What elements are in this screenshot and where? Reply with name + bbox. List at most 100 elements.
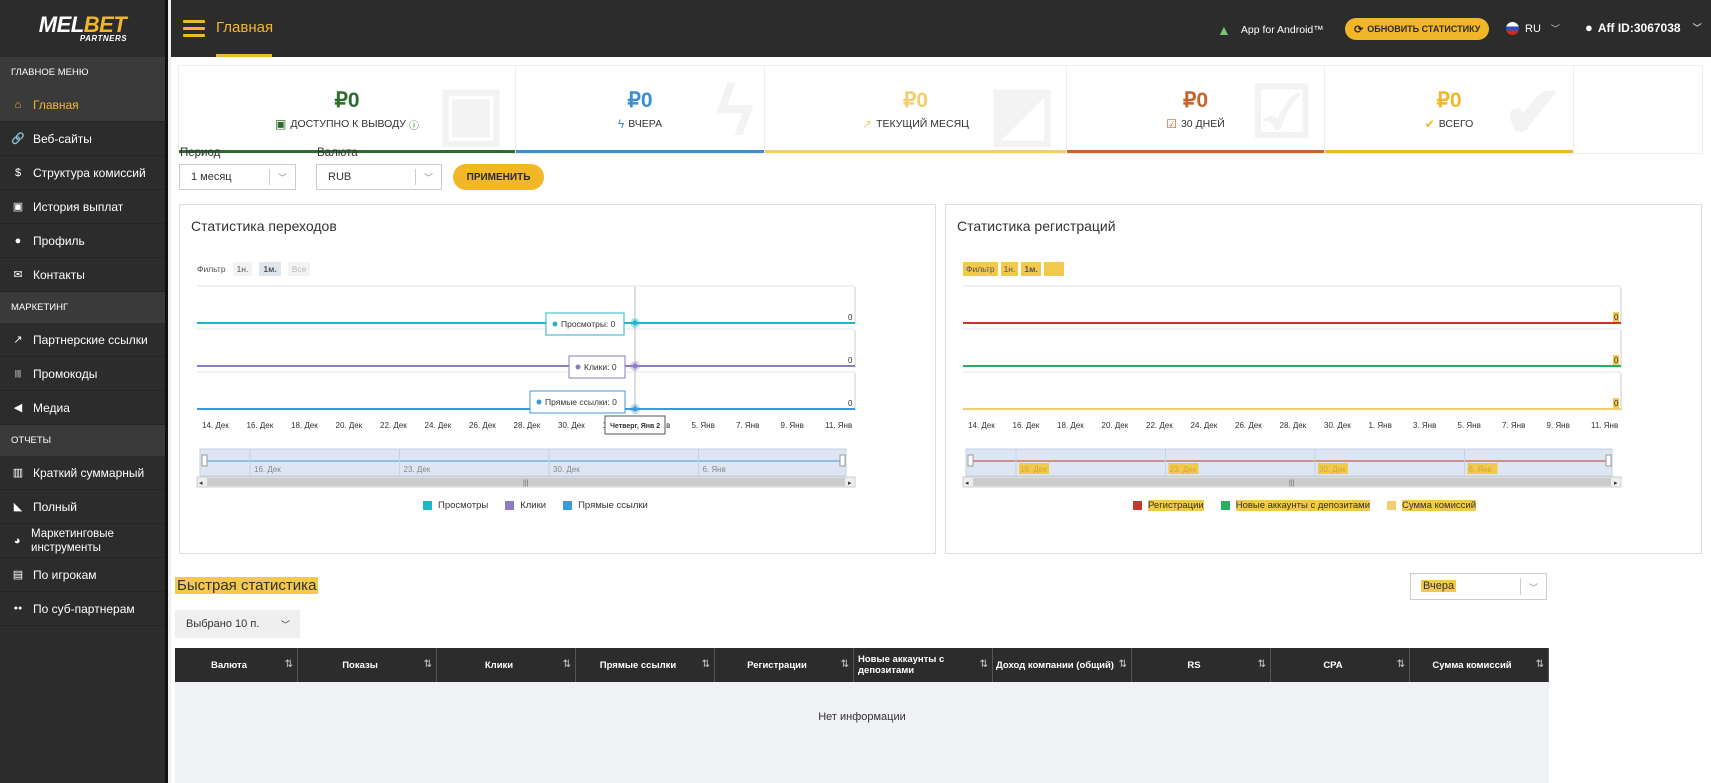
navigator-handle-right[interactable] xyxy=(839,454,846,467)
melbet-logo[interactable]: MELBET PARTNERS xyxy=(0,0,165,57)
sidebar-item-label: Промокоды xyxy=(33,366,98,381)
page-title: Главная xyxy=(216,19,274,36)
period-select[interactable]: 1 месяц ﹀ xyxy=(179,164,296,190)
scroll-left-arrow-icon[interactable]: ◂ xyxy=(965,480,969,487)
scrollbar-grip-icon: ||| xyxy=(1289,480,1295,487)
scroll-right-arrow-icon[interactable]: ▸ xyxy=(1614,480,1618,487)
table-column-header[interactable]: Сумма комиссий ⇅ xyxy=(1410,648,1549,682)
sidebar-item[interactable]: ◣ Полный xyxy=(0,490,165,524)
table-column-header[interactable]: Показы ⇅ xyxy=(298,648,437,682)
table-column-header[interactable]: CPA ⇅ xyxy=(1271,648,1410,682)
registrations-legend: Регистрации Новые аккаунты с депозитами … xyxy=(1133,500,1493,511)
sidebar-item[interactable]: ●● По суб-партнерам xyxy=(0,592,165,626)
navigator-range[interactable] xyxy=(199,448,847,477)
sidebar-item[interactable]: ▣ История выплат xyxy=(0,190,165,224)
x-tick-label: 5. Янв xyxy=(692,421,715,430)
column-label: Прямые ссылки xyxy=(599,659,677,671)
sidebar-item[interactable]: ||| Промокоды xyxy=(0,357,165,391)
refresh-stats-button[interactable]: ⟳ ОБНОВИТЬ СТАТИСТИКУ xyxy=(1345,18,1490,40)
sidebar-section-title: ГЛАВНОЕ МЕНЮ xyxy=(0,57,165,88)
navigator-handle-left[interactable] xyxy=(201,454,208,467)
x-tick-label: 9. Янв xyxy=(781,421,804,430)
sidebar-item[interactable]: ◀ Медиа xyxy=(0,391,165,425)
scroll-right-arrow-icon[interactable]: ▸ xyxy=(848,480,852,487)
logo-text: MEL xyxy=(38,12,84,37)
sidebar-item[interactable]: ◕ Маркетинговые инструменты xyxy=(0,524,165,558)
currency-select[interactable]: RUB ﹀ xyxy=(316,164,442,190)
android-app-link[interactable]: ▲ App for Android™ xyxy=(1217,22,1324,38)
series-end-value: 0 xyxy=(848,356,853,365)
legend-item-new-deposits[interactable]: Новые аккаунты с депозитами xyxy=(1220,500,1371,511)
legend-item-clicks[interactable]: Клики xyxy=(505,500,546,511)
refresh-icon: ⟳ xyxy=(1354,23,1364,36)
card-accent-bar xyxy=(1067,150,1324,153)
card-accent-bar xyxy=(516,150,764,153)
scroll-left-arrow-icon[interactable]: ◂ xyxy=(199,480,203,487)
table-column-header[interactable]: Регистрации ⇅ xyxy=(715,648,854,682)
card-background-icon: ▣ xyxy=(436,73,505,153)
bar-chart-icon: ▥ xyxy=(12,467,24,479)
card-accent-bar xyxy=(1325,150,1573,153)
hover-marker xyxy=(632,320,638,326)
sidebar-item[interactable]: ▤ По игрокам xyxy=(0,558,165,592)
navigator-handle-left[interactable] xyxy=(967,454,974,467)
top-header: Главная ▲ App for Android™ ⟳ ОБНОВИТЬ СТ… xyxy=(171,0,1711,57)
quick-stats-period-select[interactable]: Вчера ﹀ xyxy=(1410,573,1547,600)
sidebar-nav: ГЛАВНОЕ МЕНЮ ⌂ Главная 🔗 Веб-сайты $ Структура… xyxy=(0,57,165,626)
card-background-icon: ◩ xyxy=(987,73,1056,153)
quick-stats-table: Валюта ⇅ Показы ⇅ Клики ⇅ Прямые ссылки ⇅ Регист… xyxy=(175,648,1549,783)
period-label: Период xyxy=(180,147,221,159)
sidebar-item-label: Медиа xyxy=(33,400,70,415)
sidebar-item[interactable]: ▥ Краткий суммарный xyxy=(0,456,165,490)
x-tick-label: 7. Янв xyxy=(1502,421,1525,430)
language-selector[interactable]: RU ﹀ xyxy=(1506,22,1560,35)
navigator-range[interactable] xyxy=(965,448,1613,477)
table-column-header[interactable]: Клики ⇅ xyxy=(437,648,576,682)
info-icon[interactable]: ⓘ xyxy=(409,117,419,132)
sidebar-item-label: Структура комиссий xyxy=(33,165,146,180)
navigator-label: 16. Дек xyxy=(254,465,281,474)
legend-item-commission[interactable]: Сумма комиссий xyxy=(1387,500,1477,511)
table-column-header[interactable]: Доход компании (общий) ⇅ xyxy=(993,648,1132,682)
home-icon: ⌂ xyxy=(14,98,22,111)
account-menu[interactable]: ● Aff ID:3067038 ﹀ xyxy=(1585,20,1702,35)
x-tick-label: 28. Дек xyxy=(514,421,541,430)
legend-item-registrations[interactable]: Регистрации xyxy=(1133,500,1204,511)
sort-icon: ⇅ xyxy=(840,659,849,670)
link-icon: 🔗 xyxy=(11,133,25,145)
card-amount: ₽0 xyxy=(334,88,360,112)
card-label-row: ϟ ВЧЕРА xyxy=(618,117,662,131)
table-column-header[interactable]: RS ⇅ xyxy=(1132,648,1271,682)
android-icon: ▲ xyxy=(1217,22,1231,38)
megaphone-icon: ◀ xyxy=(13,402,23,414)
menu-burger-icon[interactable] xyxy=(183,20,205,38)
sidebar-item[interactable]: 🔗 Веб-сайты xyxy=(0,122,165,156)
legend-item-views[interactable]: Просмотры xyxy=(423,500,488,511)
series-end-value: 0 xyxy=(848,313,853,322)
card-label: 30 ДНЕЙ xyxy=(1180,118,1225,130)
card-label: ТЕКУЩИЙ МЕСЯЦ xyxy=(876,118,969,130)
calendar-check-icon: ☑ xyxy=(1166,117,1177,131)
sidebar-item-label: Контакты xyxy=(33,267,85,282)
table-column-header[interactable]: Новые аккаунты с депозитами ⇅ xyxy=(854,648,993,682)
navigator-label: 16. Дек xyxy=(1020,465,1047,474)
language-label: RU xyxy=(1525,22,1541,35)
sidebar-item-label: По игрокам xyxy=(33,567,97,582)
main-content: ▣ ₽0 ▣ ДОСТУПНО К ВЫВОДУ ⓘ ϟ ₽0 ϟ ВЧЕРА … xyxy=(171,57,1711,783)
sidebar-item[interactable]: ↗ Партнерские ссылки xyxy=(0,323,165,357)
legend-item-direct[interactable]: Прямые ссылки xyxy=(563,500,648,511)
sidebar-item[interactable]: $ Структура комиссий xyxy=(0,156,165,190)
table-column-header[interactable]: Прямые ссылки ⇅ xyxy=(576,648,715,682)
sidebar-item[interactable]: ● Профиль xyxy=(0,224,165,258)
table-column-header[interactable]: Валюта ⇅ xyxy=(175,648,298,682)
sidebar-item[interactable]: ⌂ Главная xyxy=(0,88,165,122)
x-tick-label: 9. Янв xyxy=(1547,421,1570,430)
columns-chooser[interactable]: Выбрано 10 п. ﹀ xyxy=(175,610,300,638)
sort-icon: ⇅ xyxy=(979,659,988,670)
navigator-handle-right[interactable] xyxy=(1605,454,1612,467)
x-tick-label: 30. Дек xyxy=(1324,421,1351,430)
aff-id-label: Aff ID:3067038 xyxy=(1597,20,1681,35)
apply-button[interactable]: ПРИМЕНИТЬ xyxy=(453,164,544,190)
sidebar-item[interactable]: ✉ Контакты xyxy=(0,258,165,292)
x-tick-label: 1. Янв xyxy=(1369,421,1392,430)
